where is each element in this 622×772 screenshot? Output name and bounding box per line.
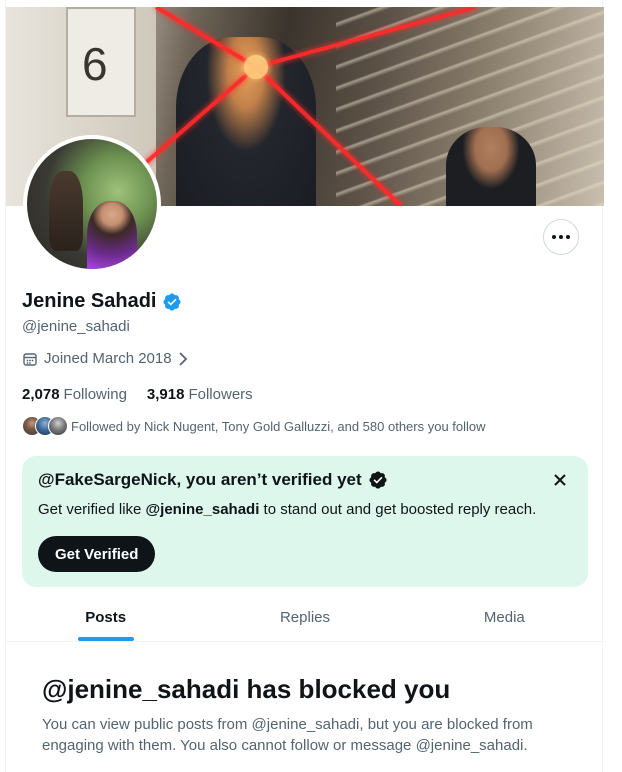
get-verified-button[interactable]: Get Verified	[38, 536, 156, 572]
verify-title: @FakeSargeNick, you aren’t verified yet	[38, 470, 388, 490]
blocked-title: @jenine_sahadi has blocked you	[42, 674, 451, 704]
mini-avatar	[48, 416, 68, 436]
tab-posts[interactable]: Posts	[6, 594, 205, 641]
verify-prompt-card: @FakeSargeNick, you aren’t verified yet …	[22, 456, 588, 587]
more-icon	[552, 235, 556, 239]
blocked-description: You can view public posts from @jenine_s…	[42, 716, 533, 754]
verified-badge-icon[interactable]	[162, 292, 182, 312]
name-row: Jenine Sahadi	[22, 290, 182, 313]
display-name: Jenine Sahadi	[22, 290, 157, 312]
more-button[interactable]	[543, 219, 579, 255]
follow-counts: 2,078 Following 3,918 Followers	[22, 386, 253, 403]
verify-description: Get verified like @jenine_sahadi to stan…	[38, 501, 537, 518]
following-link[interactable]: 2,078 Following	[22, 386, 127, 403]
avatar[interactable]	[23, 135, 161, 273]
chevron-right-icon	[178, 351, 187, 366]
profile-page: 6 Jenine Sahadi @jenine_sahadi Joined Ma…	[5, 0, 604, 772]
close-button[interactable]	[550, 470, 570, 490]
followed-by[interactable]: Followed by Nick Nugent, Tony Gold Gallu…	[22, 416, 486, 436]
profile-tabs: Posts Replies Media	[6, 594, 604, 642]
verified-badge-icon	[369, 471, 387, 489]
followers-you-know-avatars	[22, 416, 68, 436]
calendar-icon	[23, 352, 37, 366]
tab-replies[interactable]: Replies	[205, 594, 404, 641]
tab-media[interactable]: Media	[405, 594, 604, 641]
joined-date[interactable]: Joined March 2018	[22, 350, 188, 367]
close-icon	[554, 474, 566, 486]
followers-link[interactable]: 3,918 Followers	[147, 386, 253, 403]
followed-by-text: Followed by Nick Nugent, Tony Gold Gallu…	[71, 418, 486, 434]
handle: @jenine_sahadi	[22, 318, 130, 335]
joined-text: Joined March 2018	[44, 350, 172, 367]
